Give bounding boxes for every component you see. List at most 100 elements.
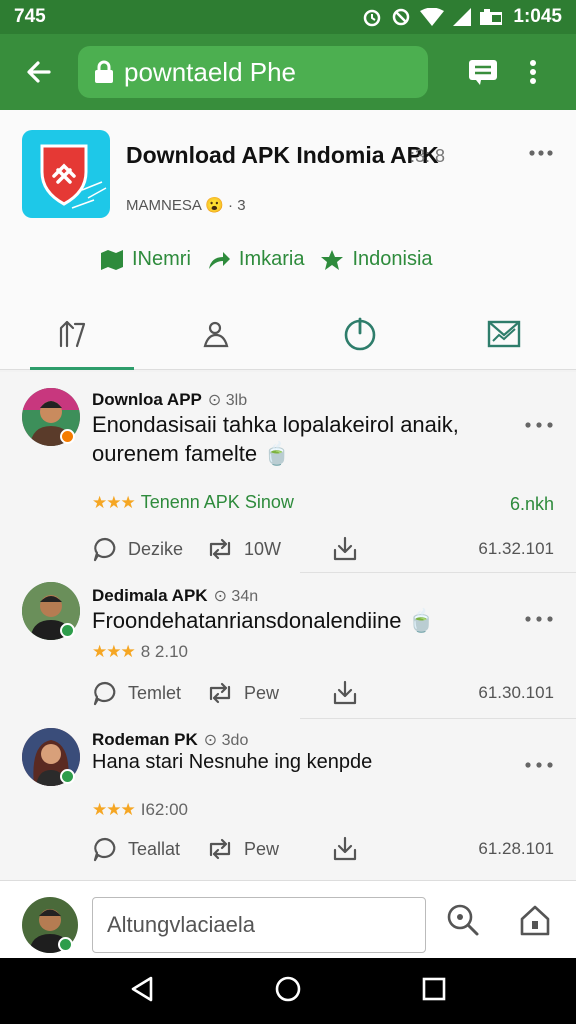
- compose-input[interactable]: [92, 897, 426, 953]
- status-badge: [60, 429, 75, 444]
- download-tray-icon: [333, 836, 357, 861]
- comment-label: Temlet: [128, 682, 182, 703]
- signal-icon: [453, 8, 472, 26]
- chip-nemri[interactable]: INemri: [100, 248, 191, 271]
- repost-label: Pew: [244, 838, 280, 859]
- alarm-icon: [364, 9, 381, 27]
- post-card[interactable]: Rodeman PK ⊙ 3do Hana stari Nesnuhe ing k…: [0, 720, 576, 880]
- more-horiz-icon: [529, 150, 553, 156]
- divider: [300, 718, 576, 719]
- app-tabs: [0, 298, 576, 370]
- comment-icon: [93, 537, 116, 562]
- rating-value: I62:00: [140, 800, 188, 819]
- more-horiz-icon: [525, 762, 553, 768]
- download-tray-icon: [333, 680, 357, 705]
- post-author-name: Downloa APP: [92, 390, 202, 409]
- post-card[interactable]: Downloa APP ⊙ 3lb Enondasisaii tahka lopa…: [0, 372, 576, 572]
- download-tray-icon: [333, 536, 357, 561]
- post-rating-row: ★★★ Tenenn APK Sinow: [92, 492, 294, 513]
- post-author-name: Rodeman PK: [92, 730, 198, 749]
- rating-stars: ★★★: [92, 492, 136, 512]
- app-card: Download APK Indomia APK :3: 8 MAMNESA 😮…: [0, 110, 576, 370]
- post-rating-row: ★★★ 8 2.10: [92, 642, 188, 662]
- toolbar: powntaeld Phe: [0, 34, 576, 110]
- url-text: powntaeld Phe: [124, 56, 297, 87]
- tabs-button[interactable]: [428, 58, 498, 86]
- post-actions: Dezike 10W 61.32.101: [92, 536, 554, 562]
- rating-stars: ★★★: [92, 800, 136, 819]
- search-button[interactable]: [446, 903, 480, 942]
- save-button[interactable]: [332, 836, 358, 862]
- chip-label: INemri: [132, 248, 191, 270]
- tab-messages[interactable]: [432, 298, 576, 370]
- post-card[interactable]: Dedimala APK ⊙ 34n Froondehatanriansdonal…: [0, 574, 576, 718]
- status-badge: [58, 937, 73, 952]
- tabs-icon: [469, 60, 497, 85]
- save-button[interactable]: [332, 536, 358, 562]
- nav-recents-button[interactable]: [421, 976, 447, 1007]
- rating-label: Tenenn APK Sinow: [140, 492, 294, 512]
- app-title: Download APK Indomia APK: [126, 142, 439, 168]
- post-actions: Teallat Pew 61.28.101: [92, 836, 554, 862]
- back-button[interactable]: [0, 34, 78, 110]
- more-horiz-icon: [525, 616, 553, 622]
- wifi-icon: [420, 8, 445, 26]
- post-timestamp: 61.28.101: [478, 839, 554, 858]
- post-rating-row: ★★★ I62:00: [92, 800, 188, 820]
- status-left-text: 745: [14, 6, 46, 27]
- shield-logo-icon: [40, 144, 107, 209]
- post-author[interactable]: Dedimala APK ⊙ 34n: [92, 586, 258, 606]
- url-bar[interactable]: powntaeld Phe: [78, 46, 428, 98]
- post-more-button[interactable]: [524, 416, 554, 434]
- home-button[interactable]: [518, 903, 552, 942]
- app-icon[interactable]: [22, 130, 110, 218]
- repost-button[interactable]: 10W: [206, 537, 332, 561]
- nav-home-button[interactable]: [274, 975, 302, 1008]
- status-badge: [60, 623, 75, 638]
- post-more-button[interactable]: [524, 756, 554, 774]
- comment-button[interactable]: Dezike: [92, 536, 206, 562]
- nav-back-button[interactable]: [129, 975, 155, 1008]
- comment-icon: [93, 681, 116, 706]
- lock-icon: [95, 60, 113, 83]
- post-author[interactable]: Rodeman PK ⊙ 3do: [92, 730, 248, 750]
- person-icon: [203, 321, 229, 348]
- triangle-back-icon: [132, 976, 153, 1001]
- more-menu-button[interactable]: [498, 59, 568, 85]
- power-icon: [344, 317, 376, 351]
- dnd-icon: [393, 8, 410, 26]
- repost-label: 10W: [244, 538, 282, 559]
- repost-button[interactable]: Pew: [206, 681, 332, 705]
- save-button[interactable]: [332, 680, 358, 706]
- chip-label: Indonisia: [352, 248, 433, 270]
- post-author-meta: ⊙ 34n: [213, 588, 259, 605]
- app-meta-extra: :3: 8: [410, 146, 446, 166]
- mail-chart-icon: [487, 320, 521, 348]
- repost-icon: [209, 838, 231, 860]
- chip-indonisia[interactable]: Indonisia: [320, 248, 433, 271]
- arrow-left-icon: [27, 61, 51, 83]
- chip-imkaria[interactable]: Imkaria: [207, 248, 304, 271]
- composer-bar: [0, 880, 576, 958]
- comment-button[interactable]: Temlet: [92, 680, 206, 706]
- status-time: 1:045: [513, 6, 562, 27]
- app-chips: INemri Imkaria Indonisia: [100, 248, 433, 271]
- comment-icon: [93, 837, 116, 862]
- tab-feed[interactable]: [0, 298, 144, 370]
- app-more-button[interactable]: [528, 144, 554, 162]
- map-icon: [101, 249, 123, 270]
- search-icon: [447, 904, 479, 936]
- post-author-meta: ⊙ 3lb: [207, 392, 248, 409]
- post-more-button[interactable]: [524, 610, 554, 628]
- comment-button[interactable]: Teallat: [92, 836, 206, 862]
- post-author-name: Dedimala APK: [92, 586, 208, 605]
- status-bar: 745 1:045: [0, 0, 576, 34]
- post-timestamp: 61.30.101: [478, 683, 554, 702]
- post-author[interactable]: Downloa APP ⊙ 3lb: [92, 390, 247, 410]
- repost-button[interactable]: Pew: [206, 837, 332, 861]
- tab-profile[interactable]: [144, 298, 288, 370]
- post-text: Hana stari Nesnuhe ing kenpde: [92, 751, 373, 773]
- more-horiz-icon: [525, 422, 553, 428]
- tab-power[interactable]: [288, 298, 432, 370]
- status-badge: [60, 769, 75, 784]
